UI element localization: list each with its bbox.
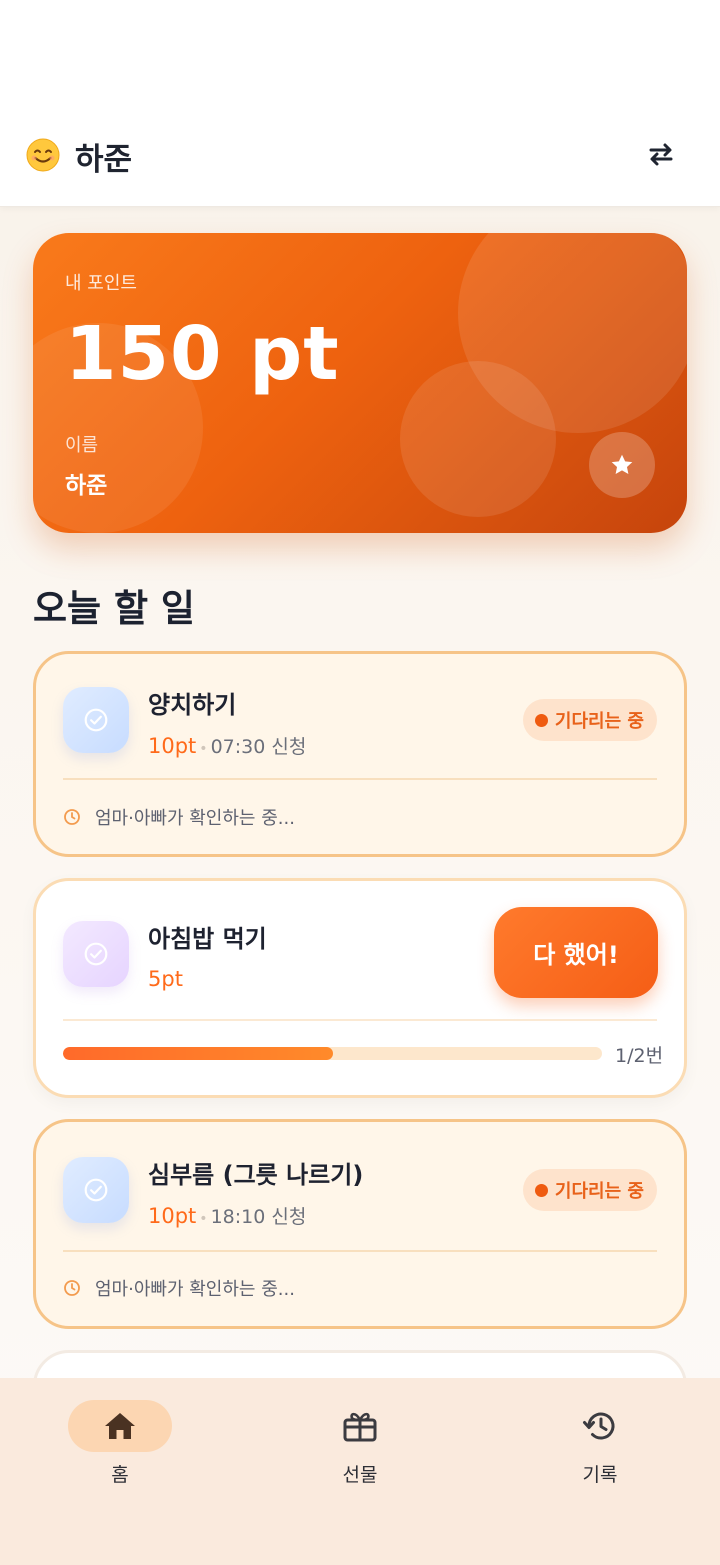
top-header: 하준 bbox=[0, 0, 720, 207]
status-badge: 기다리는 중 bbox=[522, 1169, 657, 1211]
task-card[interactable]: 아침밥 먹기 5pt 다 했어! 1/2번 bbox=[33, 878, 687, 1098]
switch-user-icon[interactable] bbox=[645, 140, 677, 168]
status-badge: 기다리는 중 bbox=[522, 699, 657, 741]
task-title: 아침밥 먹기 bbox=[148, 925, 267, 953]
task-title: 심부름 (그릇 나르기) bbox=[148, 1161, 364, 1189]
status-badge-label: 기다리는 중 bbox=[554, 1181, 644, 1202]
nav-active-indicator bbox=[68, 1400, 172, 1452]
task-note-text: 엄마·아빠가 확인하는 중... bbox=[95, 808, 295, 829]
divider bbox=[63, 1250, 657, 1252]
task-card[interactable]: 양치하기 10pt • 07:30 신청 기다리는 중 엄마·아빠가 확인하는 중.… bbox=[33, 651, 687, 857]
bottom-nav: 홈 선물 기록 bbox=[0, 1378, 720, 1565]
task-icon bbox=[63, 1157, 129, 1223]
task-time: 07:30 신청 bbox=[210, 736, 307, 758]
task-icon bbox=[63, 921, 129, 987]
task-title: 양치하기 bbox=[148, 691, 237, 719]
points-label: 내 포인트 bbox=[65, 273, 137, 294]
clock-icon bbox=[64, 1280, 80, 1296]
divider bbox=[63, 778, 657, 780]
nav-label: 홈 bbox=[111, 1464, 129, 1486]
task-points: 10pt bbox=[148, 1204, 197, 1228]
points-value: 150 pt bbox=[65, 311, 340, 397]
task-points: 5pt bbox=[148, 967, 183, 991]
task-note: 엄마·아빠가 확인하는 중... bbox=[63, 804, 295, 830]
done-button[interactable]: 다 했어! bbox=[494, 907, 658, 998]
task-points: 10pt bbox=[148, 734, 197, 758]
point-card: 내 포인트 150 pt 이름 하준 bbox=[33, 233, 687, 533]
history-icon bbox=[583, 1412, 615, 1440]
meta-separator: • bbox=[199, 1211, 208, 1227]
status-badge-label: 기다리는 중 bbox=[554, 711, 644, 732]
progress-bar-fill bbox=[63, 1047, 333, 1060]
section-title: 오늘 할 일 bbox=[33, 587, 195, 630]
check-circle-icon bbox=[84, 708, 108, 732]
home-icon bbox=[105, 1413, 135, 1439]
name-label: 이름 bbox=[65, 435, 99, 456]
star-button[interactable] bbox=[589, 432, 655, 498]
gift-icon bbox=[343, 1412, 377, 1442]
star-icon bbox=[611, 454, 633, 474]
task-meta: 10pt • 07:30 신청 bbox=[148, 732, 306, 759]
task-meta: 10pt • 18:10 신청 bbox=[148, 1202, 306, 1229]
status-dot-icon bbox=[534, 713, 548, 727]
clock-icon bbox=[64, 809, 80, 825]
nav-label: 선물 bbox=[342, 1464, 378, 1486]
nav-label: 기록 bbox=[582, 1464, 618, 1486]
nav-icon-wrap bbox=[548, 1400, 652, 1452]
card-name: 하준 bbox=[65, 473, 108, 499]
nav-item-home[interactable]: 홈 bbox=[40, 1400, 200, 1487]
task-note-text: 엄마·아빠가 확인하는 중... bbox=[95, 1279, 295, 1300]
user-name: 하준 bbox=[75, 142, 133, 178]
task-time: 18:10 신청 bbox=[210, 1206, 307, 1228]
check-circle-icon bbox=[84, 1178, 108, 1202]
nav-item-history[interactable]: 기록 bbox=[520, 1400, 680, 1487]
meta-separator: • bbox=[199, 741, 208, 757]
decorative-circle bbox=[400, 361, 556, 517]
task-card[interactable]: 심부름 (그릇 나르기) 10pt • 18:10 신청 기다리는 중 엄마·아빠가… bbox=[33, 1119, 687, 1329]
check-circle-icon bbox=[84, 942, 108, 966]
task-icon bbox=[63, 687, 129, 753]
nav-icon-wrap bbox=[308, 1400, 412, 1452]
nav-item-gift[interactable]: 선물 bbox=[280, 1400, 440, 1487]
task-note: 엄마·아빠가 확인하는 중... bbox=[63, 1275, 295, 1301]
status-dot-icon bbox=[534, 1183, 548, 1197]
divider bbox=[63, 1019, 657, 1021]
progress-text: 1/2번 bbox=[615, 1045, 664, 1067]
progress-bar bbox=[63, 1047, 602, 1060]
smiley-icon bbox=[26, 138, 60, 172]
